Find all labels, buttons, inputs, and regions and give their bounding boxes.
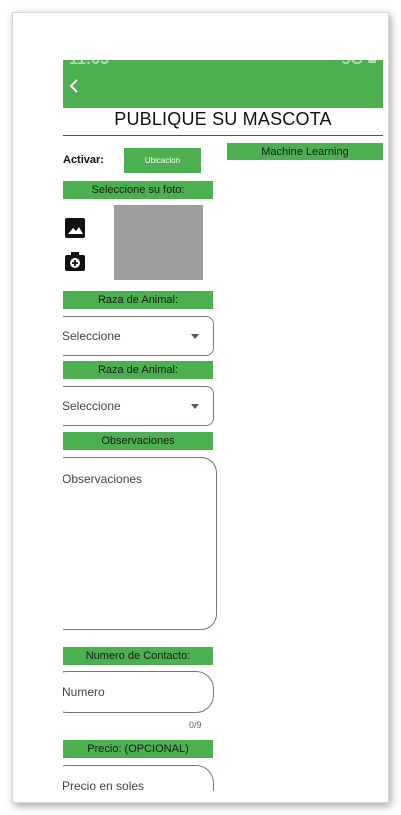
page-title: PUBLIQUE SU MASCOTA bbox=[114, 109, 332, 129]
app-bar: 11:03 5G ■ bbox=[63, 60, 383, 108]
add-camera-icon[interactable] bbox=[64, 251, 86, 273]
precio-label: Precio: (OPCIONAL) bbox=[63, 740, 213, 758]
raza-label-1: Raza de Animal: bbox=[63, 291, 213, 309]
app-screen: 11:03 5G ■ PUBLIQUE SU MASCOTA Activar: … bbox=[63, 60, 383, 791]
machine-learning-label[interactable]: Machine Learning bbox=[227, 143, 383, 160]
back-arrow-icon[interactable] bbox=[65, 76, 83, 96]
dropdown-caret-icon bbox=[191, 334, 199, 339]
precio-field[interactable]: Precio en soles bbox=[63, 765, 214, 791]
status-indicators: 5G ■ bbox=[342, 60, 377, 69]
raza-dropdown-1-value: Seleccione bbox=[63, 329, 121, 343]
raza-dropdown-1[interactable]: Seleccione bbox=[63, 316, 214, 356]
photo-section-label: Seleccione su foto: bbox=[63, 181, 213, 199]
precio-placeholder: Precio en soles bbox=[63, 779, 145, 791]
observaciones-label: Observaciones bbox=[63, 432, 213, 450]
contacto-char-counter: 0/9 bbox=[189, 720, 202, 730]
status-time: 11:03 bbox=[69, 60, 109, 69]
raza-dropdown-2[interactable]: Seleccione bbox=[63, 386, 214, 426]
screenshot-frame: 11:03 5G ■ PUBLIQUE SU MASCOTA Activar: … bbox=[12, 12, 389, 803]
dropdown-caret-icon bbox=[191, 404, 199, 409]
contacto-placeholder: Numero bbox=[63, 685, 105, 699]
observaciones-placeholder: Observaciones bbox=[63, 472, 143, 486]
activar-label: Activar: bbox=[63, 154, 104, 166]
title-divider bbox=[63, 135, 383, 136]
photo-preview[interactable] bbox=[114, 205, 203, 280]
observaciones-field[interactable]: Observaciones bbox=[63, 457, 217, 630]
raza-dropdown-2-value: Seleccione bbox=[63, 399, 121, 413]
ubicacion-button[interactable]: Ubicacion bbox=[124, 148, 201, 173]
contacto-label: Numero de Contacto: bbox=[63, 647, 213, 665]
image-icon[interactable] bbox=[64, 217, 86, 239]
raza-label-2: Raza de Animal: bbox=[63, 361, 213, 379]
contacto-field[interactable]: Numero bbox=[63, 671, 214, 713]
